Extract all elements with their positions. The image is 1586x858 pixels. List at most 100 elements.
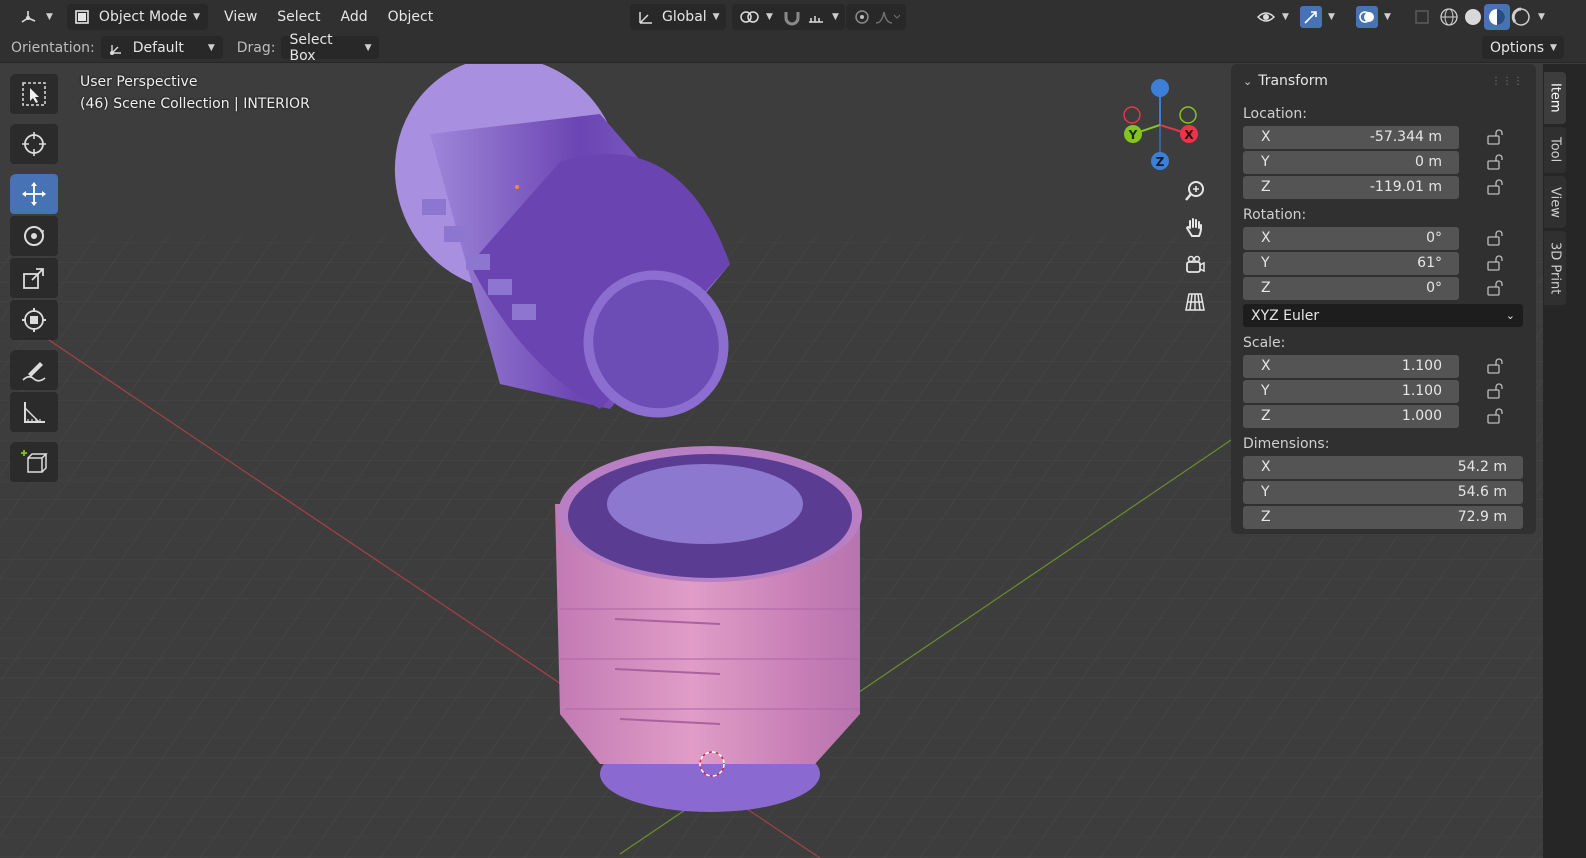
- move-tool[interactable]: [10, 174, 58, 214]
- unlock-icon[interactable]: [1485, 152, 1505, 172]
- select-box-tool[interactable]: [10, 74, 58, 114]
- tab-tool[interactable]: Tool: [1544, 127, 1566, 173]
- axis-label: Z: [1261, 179, 1271, 195]
- measure-tool[interactable]: [10, 392, 58, 432]
- drag-dropdown[interactable]: Select Box ▼: [281, 32, 380, 64]
- snap-toggle[interactable]: ▼: [776, 3, 845, 30]
- dimensions-z-field[interactable]: Z 72.9 m: [1243, 505, 1523, 529]
- scale-z-field[interactable]: Z 1.000: [1243, 404, 1459, 428]
- gizmo-x-label: X: [1184, 128, 1194, 142]
- xray-icon: [1415, 9, 1429, 24]
- chevron-down-icon: ⌄: [1505, 309, 1515, 322]
- solid-sphere-icon: [1465, 8, 1481, 25]
- unlock-icon[interactable]: [1485, 356, 1505, 376]
- chevron-down-icon: ▼: [193, 11, 201, 22]
- zoom-button[interactable]: [1178, 174, 1212, 208]
- gizmo-toggle[interactable]: ▼: [1294, 4, 1341, 30]
- gizmo-y-label: Y: [1128, 128, 1138, 142]
- rotate-tool[interactable]: [10, 216, 58, 256]
- location-x-field[interactable]: X -57.344 m: [1243, 125, 1459, 149]
- menu-select[interactable]: Select: [267, 4, 330, 30]
- scale-x-field[interactable]: X 1.100: [1243, 354, 1459, 378]
- add-cube-tool[interactable]: [10, 442, 58, 482]
- drag-handle-icon[interactable]: ⋮⋮⋮: [1491, 76, 1524, 87]
- wireframe-sphere-icon: [1440, 7, 1458, 26]
- menu-object[interactable]: Object: [378, 4, 444, 30]
- orientation-dropdown[interactable]: Default ▼: [100, 36, 223, 59]
- tab-view-label: View: [1547, 186, 1563, 218]
- scale-z-row: Z 1.000: [1243, 404, 1524, 428]
- tool-shelf: [10, 74, 60, 492]
- axis-label: X: [1261, 230, 1271, 246]
- shading-rendered-button[interactable]: ▼: [1508, 4, 1547, 30]
- editor-type-button[interactable]: ▼: [12, 4, 59, 30]
- proportional-editing-toggle[interactable]: [846, 3, 906, 30]
- mode-selector[interactable]: Object Mode ▼: [66, 3, 209, 30]
- transform-panel-header[interactable]: ⌄ Transform ⋮⋮⋮: [1243, 64, 1524, 98]
- visibility-selector[interactable]: ▼: [1250, 4, 1295, 30]
- unlock-icon[interactable]: [1485, 177, 1505, 197]
- cylinder-base-object[interactable]: [555, 446, 862, 812]
- tab-view[interactable]: View: [1544, 176, 1566, 228]
- rotation-x-field[interactable]: X 0°: [1243, 226, 1459, 250]
- tab-3d-print[interactable]: 3D Print: [1544, 231, 1566, 305]
- rotation-y-field[interactable]: Y 61°: [1243, 251, 1459, 275]
- location-z-field[interactable]: Z -119.01 m: [1243, 175, 1459, 199]
- field-value: 54.6 m: [1457, 484, 1507, 500]
- field-value: 61°: [1417, 255, 1442, 271]
- unlock-icon[interactable]: [1485, 406, 1505, 426]
- magnet-icon: [784, 11, 800, 25]
- field-value: 1.100: [1401, 358, 1442, 374]
- gizmo-icon: [1300, 5, 1322, 28]
- viewport-header: ▼ Object Mode ▼ View Select Add Object G…: [0, 0, 1586, 33]
- shading-material-button[interactable]: [1484, 3, 1510, 30]
- dimensions-y-field[interactable]: Y 54.6 m: [1243, 480, 1523, 504]
- transform-orientation-selector[interactable]: Global ▼: [630, 3, 726, 30]
- 3d-viewport-icon: [21, 10, 36, 23]
- annotate-tool[interactable]: [10, 350, 58, 390]
- unlock-icon[interactable]: [1485, 381, 1505, 401]
- viewport-perspective-label: User Perspective: [80, 74, 198, 90]
- cursor-tool[interactable]: [10, 124, 58, 164]
- menu-view[interactable]: View: [214, 4, 267, 30]
- unlock-icon[interactable]: [1485, 253, 1505, 273]
- transform-tool[interactable]: [10, 300, 58, 340]
- dimensions-y-row: Y 54.6 m: [1243, 480, 1524, 504]
- chevron-down-icon: ▼: [207, 42, 215, 53]
- ortho-toggle-button[interactable]: [1178, 285, 1212, 319]
- proportional-icon: [855, 9, 869, 24]
- tab-3d-print-label: 3D Print: [1547, 241, 1563, 295]
- rotation-y-row: Y 61°: [1243, 251, 1524, 275]
- pencil-icon: [22, 362, 46, 382]
- chevron-down-icon: ▼: [1384, 11, 1391, 22]
- tab-item[interactable]: Item: [1544, 72, 1566, 124]
- axis-label: Y: [1261, 154, 1270, 170]
- pan-button[interactable]: [1178, 211, 1212, 245]
- location-label: Location:: [1243, 106, 1307, 122]
- options-dropdown[interactable]: Options ▼: [1482, 36, 1564, 59]
- scale-y-field[interactable]: Y 1.100: [1243, 379, 1459, 403]
- overlays-toggle[interactable]: ▼: [1350, 4, 1397, 30]
- rotation-mode-dropdown[interactable]: XYZ Euler ⌄: [1243, 304, 1523, 327]
- rotation-z-row: Z 0°: [1243, 276, 1524, 300]
- shading-solid-button[interactable]: [1460, 4, 1486, 30]
- unlock-icon[interactable]: [1485, 127, 1505, 147]
- drag-dropdown-value: Select Box: [289, 31, 333, 64]
- zoom-icon: [1185, 181, 1204, 201]
- location-y-field[interactable]: Y 0 m: [1243, 150, 1459, 174]
- pivot-point-selector[interactable]: ▼: [732, 3, 779, 30]
- camera-view-button[interactable]: [1178, 248, 1212, 282]
- dimensions-label: Dimensions:: [1243, 436, 1330, 452]
- orientation-default-icon: [109, 44, 121, 55]
- dimensions-x-field[interactable]: X 54.2 m: [1243, 455, 1523, 479]
- unlock-icon[interactable]: [1485, 228, 1505, 248]
- shading-wireframe-button[interactable]: [1436, 4, 1462, 30]
- rotation-z-field[interactable]: Z 0°: [1243, 276, 1459, 300]
- xray-toggle[interactable]: [1406, 4, 1438, 30]
- scale-tool[interactable]: [10, 258, 58, 298]
- menu-add[interactable]: Add: [330, 4, 377, 30]
- drag-setting-label: Drag:: [236, 39, 276, 56]
- unlock-icon[interactable]: [1485, 278, 1505, 298]
- chevron-down-icon: ▼: [46, 11, 53, 22]
- material-sphere-icon: [1489, 8, 1505, 25]
